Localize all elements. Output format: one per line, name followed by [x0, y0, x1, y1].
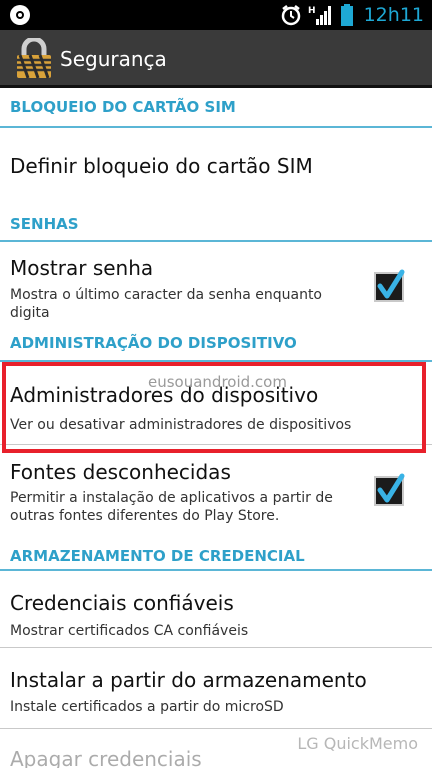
section-header-device-admin: ADMINISTRAÇÃO DO DISPOSITIVO [0, 326, 432, 362]
list-item-unknown-sources[interactable]: Fontes desconhecidas Permitir a instalaç… [0, 445, 432, 535]
list-item-subtitle: Mostrar certificados CA confiáveis [10, 623, 249, 639]
status-icons: H 12h11 [280, 0, 424, 30]
list-item-title: Mostrar senha [10, 256, 154, 280]
list-item-title: Credenciais confiáveis [10, 591, 234, 615]
status-bar: H 12h11 [0, 0, 432, 30]
highlight-box [2, 362, 426, 453]
list-item-title: Definir bloqueio do cartão SIM [10, 154, 313, 178]
list-item-show-password[interactable]: Mostrar senha Mostra o último caracter d… [0, 242, 432, 326]
list-item-trusted-credentials[interactable]: Credenciais confiáveis Mostrar certifica… [0, 571, 432, 647]
alarm-clock-icon [281, 5, 300, 26]
signal-icon: H [308, 6, 331, 25]
list-item-subtitle: Instale certificados a partir do microSD [10, 699, 284, 715]
status-time: 12h11 [363, 4, 424, 26]
section-header-credential-storage: ARMAZENAMENTO DE CREDENCIAL [0, 535, 432, 571]
app-notification-icon [10, 5, 30, 25]
quickmemo-watermark: LG QuickMemo [297, 734, 418, 753]
checkmark-icon [377, 269, 405, 299]
page-title: Segurança [60, 47, 167, 71]
list-item-title: Apagar credenciais [10, 747, 202, 768]
lock-icon [17, 38, 51, 79]
checkmark-icon [377, 473, 405, 503]
section-header-passwords: SENHAS [0, 206, 432, 242]
network-type-badge: H [308, 6, 316, 16]
list-item-subtitle: Permitir a instalação de aplicativos a p… [10, 490, 333, 524]
list-item-title: Fontes desconhecidas [10, 460, 231, 484]
list-item-title: Instalar a partir do armazenamento [10, 668, 367, 692]
unknown-sources-checkbox[interactable] [374, 473, 405, 506]
list-item-subtitle: Mostra o último caracter da senha enquan… [10, 287, 322, 321]
section-header-sim-lock: BLOQUEIO DO CARTÃO SIM [0, 88, 432, 128]
list-item-install-from-storage[interactable]: Instalar a partir do armazenamento Insta… [0, 648, 432, 728]
show-password-checkbox[interactable] [374, 269, 405, 302]
list-item-sim-lock[interactable]: Definir bloqueio do cartão SIM [0, 128, 432, 206]
action-bar: Segurança [0, 30, 432, 88]
battery-icon [340, 4, 353, 26]
